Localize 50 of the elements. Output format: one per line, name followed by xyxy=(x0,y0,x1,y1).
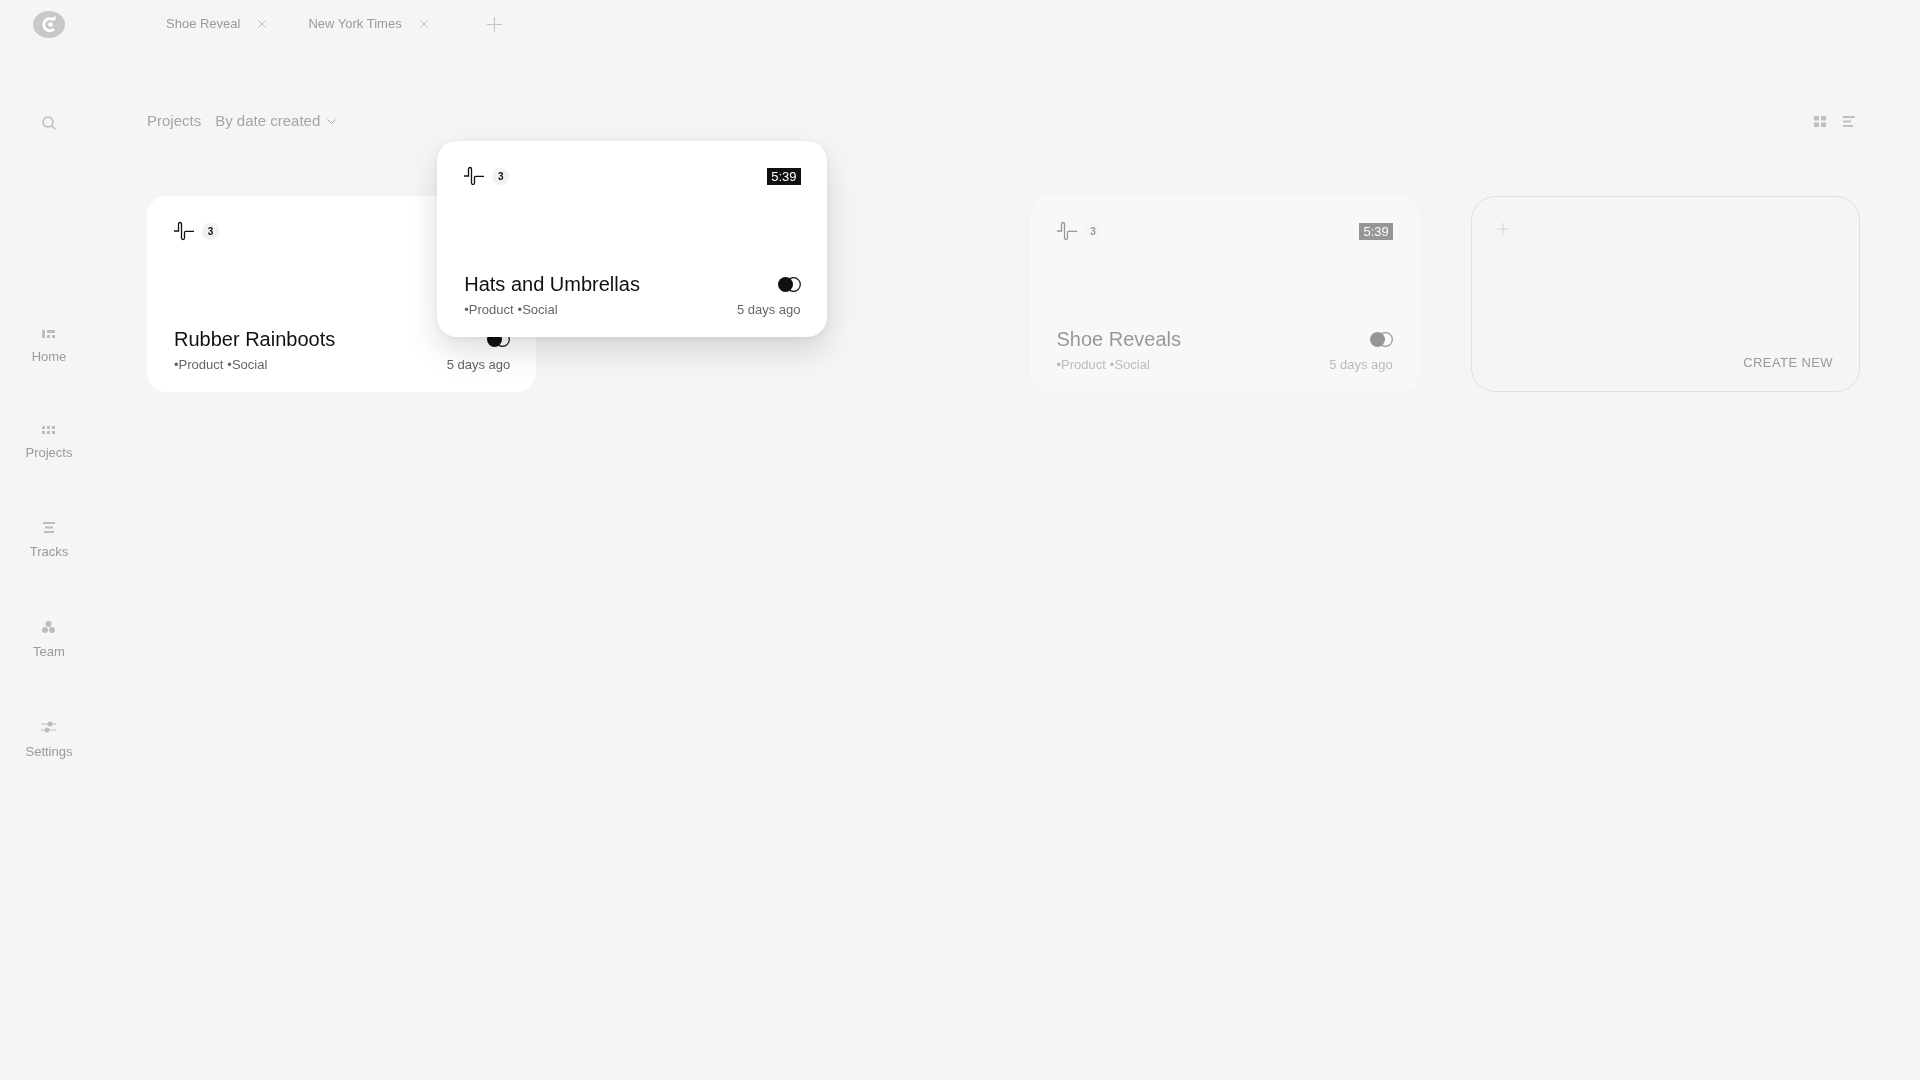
nav-item[interactable]: Settings xyxy=(25,721,73,760)
tag-label: •Social xyxy=(227,357,268,373)
create-new-card[interactable]: CREATE NEW xyxy=(1470,196,1860,392)
nav-item[interactable]: Projects xyxy=(25,426,73,461)
tag-label: •Social xyxy=(1109,357,1150,373)
page-title: Projects xyxy=(147,112,202,130)
grid-view-icon xyxy=(1814,115,1826,127)
duration-badge: 5:39 xyxy=(1359,222,1393,240)
tag-label: •Product xyxy=(1056,357,1106,373)
search-button[interactable] xyxy=(42,116,56,130)
waveform-icon xyxy=(464,166,485,186)
duration-badge: 5:39 xyxy=(767,167,801,185)
close-tab-button[interactable] xyxy=(258,20,267,28)
search-icon xyxy=(42,116,56,130)
close-icon xyxy=(419,20,428,28)
close-icon xyxy=(258,20,267,28)
list-view-button[interactable] xyxy=(1843,115,1855,127)
list-view-icon xyxy=(1843,115,1855,127)
sort-dropdown[interactable]: By date created xyxy=(215,112,337,130)
new-tab-button[interactable] xyxy=(486,16,502,32)
lines-icon xyxy=(43,522,55,533)
project-title: Rubber Rainboots xyxy=(174,327,336,351)
dashboard-icon xyxy=(42,330,56,338)
nav-item[interactable]: Home xyxy=(31,330,67,365)
project-title: Shoe Reveals xyxy=(1056,327,1182,351)
grid-view-button[interactable] xyxy=(1814,115,1826,127)
plus-icon xyxy=(486,16,502,32)
sliders-icon xyxy=(41,721,57,733)
count-badge: 3 xyxy=(202,222,219,240)
team-icon xyxy=(42,621,56,633)
overlapping-circles-icon xyxy=(1369,331,1393,347)
waveform-icon xyxy=(174,221,194,241)
project-card-drag-overlay[interactable]: 3 5:39 Hats and Umbrellas •Product •Social 5 days ago xyxy=(437,141,827,337)
tag-label: •Product xyxy=(174,357,224,373)
tab[interactable]: New York Times xyxy=(308,16,402,32)
updated-time: 5 days ago xyxy=(736,302,801,318)
overlapping-circles-icon xyxy=(777,276,801,292)
updated-time: 5 days ago xyxy=(1329,357,1393,373)
updated-time: 5 days ago xyxy=(446,357,511,373)
dots-grid-icon xyxy=(42,426,56,434)
logo xyxy=(33,10,65,38)
nav-item[interactable]: Tracks xyxy=(29,522,69,560)
plus-icon xyxy=(1496,223,1509,235)
waveform-icon xyxy=(1056,221,1077,241)
chevron-down-icon xyxy=(327,118,337,124)
close-tab-button[interactable] xyxy=(419,20,428,28)
tag-label: •Product xyxy=(464,302,514,318)
tab[interactable]: Shoe Reveal xyxy=(166,16,241,32)
count-badge: 3 xyxy=(492,167,510,185)
nav-item[interactable]: Team xyxy=(33,621,65,660)
